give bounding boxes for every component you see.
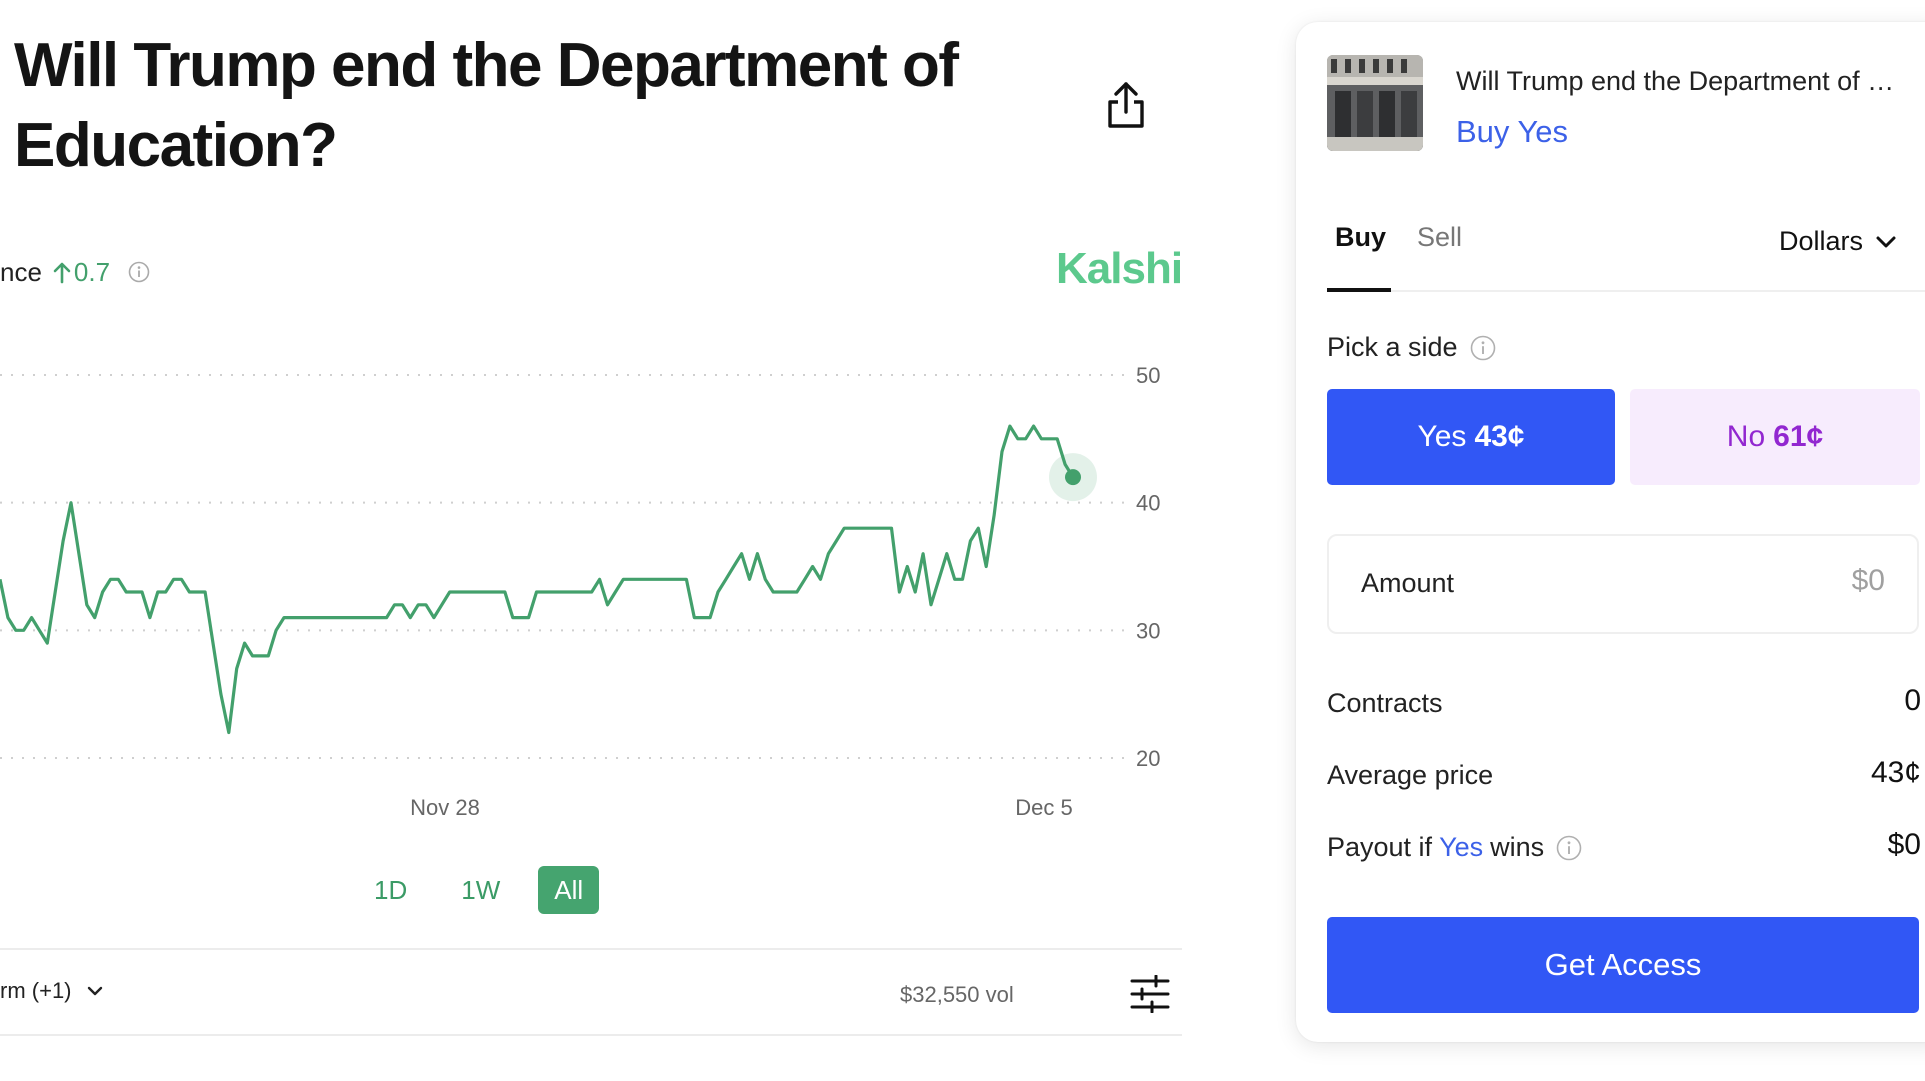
no-button-label: No — [1726, 420, 1766, 453]
pick-side-label: Pick a side — [1327, 332, 1496, 363]
payout-row: Payout if Yes wins $0 — [1327, 828, 1921, 868]
y-tick-label: 40 — [1136, 491, 1160, 516]
contracts-row: Contracts 0 — [1327, 684, 1921, 724]
volume-label: $32,550 vol — [900, 982, 1014, 1007]
chevron-down-icon — [87, 986, 102, 996]
amount-input[interactable] — [1685, 564, 1885, 598]
payout-label: Payout if Yes wins — [1327, 832, 1582, 863]
price-line — [0, 424, 1075, 735]
contracts-value: 0 — [1904, 684, 1921, 717]
yes-button-price: 43¢ — [1474, 420, 1525, 453]
tab-buy[interactable]: Buy — [1335, 222, 1386, 253]
average-price-label: Average price — [1327, 760, 1494, 790]
range-tab-1d[interactable]: 1D — [358, 866, 423, 914]
active-tab-indicator — [1327, 288, 1391, 292]
pick-side-text: Pick a side — [1327, 332, 1458, 362]
no-button-price: 61¢ — [1773, 420, 1824, 453]
price-chart: 20 30 40 50 Nov 28 Dec 5 — [0, 340, 1190, 820]
x-tick-label: Dec 5 — [1015, 795, 1072, 820]
share-icon — [1108, 82, 1144, 128]
payout-value: $0 — [1887, 828, 1921, 861]
chance-summary: nce 0.7 — [0, 252, 150, 292]
tab-sell[interactable]: Sell — [1417, 222, 1462, 253]
range-tabs: 1D 1W All — [358, 866, 600, 914]
amount-field[interactable]: Amount — [1327, 534, 1919, 634]
market-select-dropdown[interactable]: rm (+1) — [0, 978, 104, 1004]
price-chart-svg: 20 30 40 50 Nov 28 Dec 5 — [0, 363, 1160, 820]
yes-button[interactable]: Yes 43¢ — [1327, 389, 1615, 485]
filter-button[interactable] — [1130, 974, 1170, 1014]
panel-action-label: Buy Yes — [1456, 114, 1569, 149]
share-button[interactable] — [1104, 80, 1148, 130]
range-tab-1w[interactable]: 1W — [445, 866, 516, 914]
chance-delta-value: 0.7 — [73, 256, 111, 287]
payout-info-icon[interactable] — [1556, 835, 1582, 861]
x-tick-label: Nov 28 — [410, 795, 480, 820]
y-tick-label: 50 — [1136, 363, 1160, 388]
divider — [0, 948, 1182, 950]
range-tab-all[interactable]: All — [538, 866, 600, 914]
get-access-button[interactable]: Get Access — [1327, 917, 1919, 1013]
y-tick-label: 20 — [1136, 746, 1160, 771]
arrow-up-icon — [53, 262, 71, 284]
currency-label: Dollars — [1778, 226, 1863, 256]
kalshi-logo: Kalshi — [1056, 244, 1183, 293]
payout-prefix: Payout if — [1327, 832, 1433, 862]
no-button[interactable]: No 61¢ — [1630, 389, 1920, 485]
contracts-label: Contracts — [1327, 688, 1443, 718]
sliders-icon — [1130, 974, 1170, 1014]
y-tick-label: 30 — [1136, 618, 1160, 643]
chevron-down-icon — [1876, 236, 1896, 247]
trade-tabs: Buy Sell Dollars — [1327, 200, 1925, 292]
current-point — [1065, 469, 1081, 486]
payout-side: Yes — [1439, 832, 1484, 862]
average-price-value: 43¢ — [1870, 756, 1921, 789]
chance-info-icon[interactable] — [128, 261, 150, 283]
yes-button-label: Yes — [1417, 420, 1467, 453]
average-price-row: Average price 43¢ — [1327, 756, 1921, 796]
divider — [0, 1034, 1182, 1036]
page-title: Will Trump end the Department of Educati… — [14, 31, 959, 180]
chance-label: nce — [0, 256, 42, 287]
amount-label: Amount — [1361, 568, 1455, 598]
market-thumbnail — [1327, 55, 1423, 151]
pick-side-info-icon[interactable] — [1470, 335, 1496, 361]
market-select-label: rm (+1) — [0, 978, 72, 1003]
chance-delta: 0.7 — [52, 257, 110, 288]
trade-panel: Will Trump end the Department of Educati… — [1296, 22, 1925, 1042]
currency-dropdown[interactable]: Dollars — [1779, 226, 1897, 257]
payout-suffix: wins — [1490, 832, 1545, 862]
panel-market-name: Will Trump end the Department of Educati… — [1456, 66, 1906, 96]
